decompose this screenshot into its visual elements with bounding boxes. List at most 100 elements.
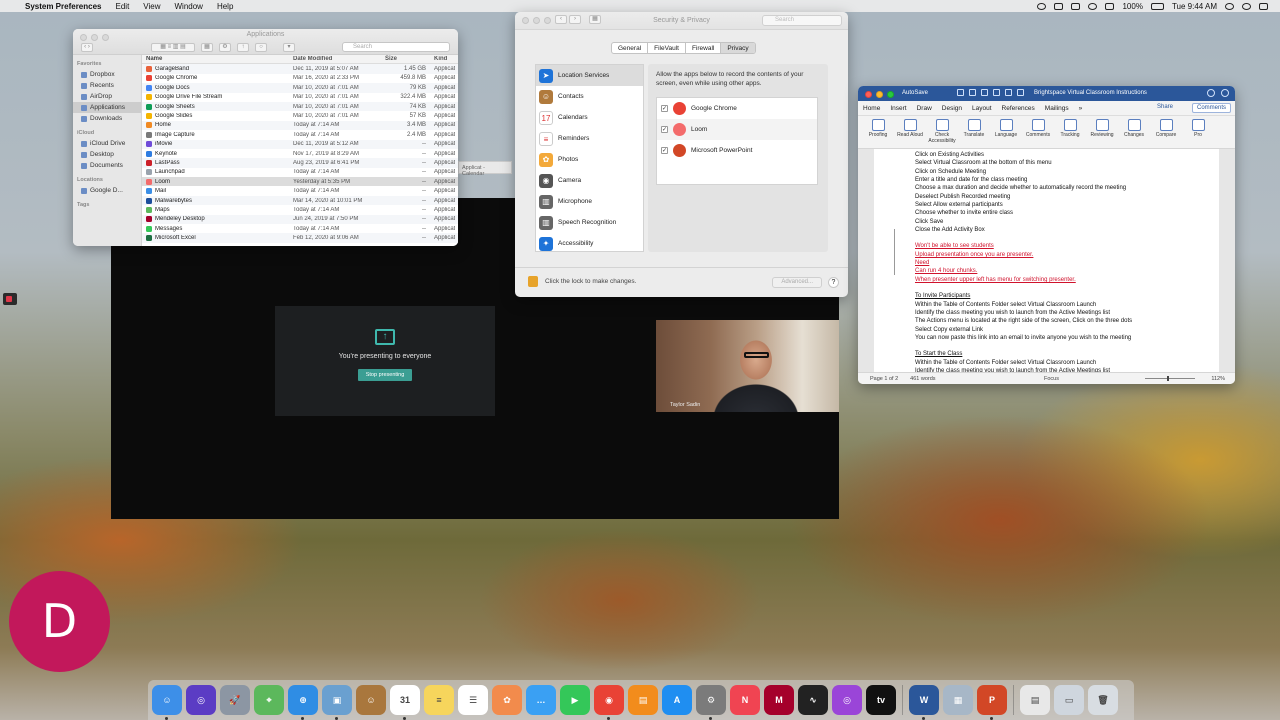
file-row[interactable]: Microsoft Excel Feb 12, 2020 at 9:06 AM --… xyxy=(142,233,458,243)
sidebar-item-documents[interactable]: Documents xyxy=(73,160,141,171)
print-icon[interactable] xyxy=(1005,89,1012,96)
airplay-icon[interactable] xyxy=(1105,2,1115,10)
wifi-icon[interactable] xyxy=(1088,2,1098,10)
tab-filevault[interactable]: FileVault xyxy=(648,43,686,53)
dock-powerpoint-icon[interactable]: P xyxy=(977,685,1007,720)
dock-photos-icon[interactable]: ✿ xyxy=(492,685,522,715)
ribbon-button[interactable]: Changes xyxy=(1118,119,1150,139)
finder-search-input[interactable]: Search xyxy=(342,42,450,52)
sidebar-item-downloads[interactable]: Downloads xyxy=(73,113,141,124)
dock-news-icon[interactable]: N xyxy=(730,685,760,715)
dock-maps-icon[interactable]: ⌖ xyxy=(254,685,284,715)
tab-home[interactable]: Home xyxy=(863,105,880,112)
dock-messages-bubble-icon[interactable]: … xyxy=(526,685,556,715)
tab-references[interactable]: References xyxy=(1002,105,1035,112)
dock-facetime-icon[interactable]: ▶ xyxy=(560,685,590,715)
dock-preview-icon[interactable]: ▣ xyxy=(322,685,352,720)
dock-reminders-icon[interactable]: ☰ xyxy=(458,685,488,715)
ribbon-button[interactable]: Comments xyxy=(1022,119,1054,139)
file-row[interactable]: Mendeley Desktop Jun 24, 2019 at 7:50 PM -… xyxy=(142,214,458,225)
file-row[interactable]: iMovie Dec 11, 2019 at 5:12 AM -- Applicati xyxy=(142,139,458,149)
menu-extra-icon[interactable] xyxy=(1071,2,1081,10)
file-row[interactable]: Keynote Nov 17, 2019 at 8:29 AM -- Applicat… xyxy=(142,149,458,158)
file-row[interactable]: Google Drive File Stream Mar 10, 2020 at … xyxy=(142,93,458,102)
stop-presenting-button[interactable]: Stop presenting xyxy=(357,369,413,381)
privacy-category-item[interactable]: ➤ Location Services xyxy=(536,65,643,86)
smiley-icon[interactable] xyxy=(1221,89,1229,97)
ribbon-button[interactable]: Reviewing xyxy=(1086,119,1118,139)
avatar[interactable]: D xyxy=(9,571,110,672)
menu-help[interactable]: Help xyxy=(210,2,240,11)
ribbon-button[interactable]: Tracking xyxy=(1054,119,1086,139)
autosave-toggle[interactable]: AutoSave xyxy=(902,90,928,96)
save-icon[interactable] xyxy=(969,89,976,96)
privacy-category-item[interactable]: ✿ Photos xyxy=(536,149,643,170)
group-button[interactable]: ▦ xyxy=(201,42,213,52)
sidebar-item-airdrop[interactable]: AirDrop xyxy=(73,91,141,102)
lock-icon[interactable] xyxy=(528,276,538,287)
back-forward-button[interactable]: ‹ › xyxy=(81,42,93,52)
ribbon-button[interactable]: Check Accessibility xyxy=(926,119,958,144)
privacy-category-item[interactable]: ▥ Speech Recognition xyxy=(536,212,643,233)
privacy-category-item[interactable]: ◉ Camera xyxy=(536,170,643,191)
share-button[interactable]: ↑ xyxy=(237,42,249,52)
dock-siri-icon[interactable]: ◎ xyxy=(186,685,216,715)
privacy-category-item[interactable]: 17 Calendars xyxy=(536,107,643,128)
privacy-category-item[interactable]: ✦ Accessibility xyxy=(536,233,643,254)
spotlight-icon[interactable] xyxy=(1225,2,1234,10)
file-row[interactable]: Loom Yesterday at 5:35 PM -- Applicati xyxy=(142,177,458,187)
column-name[interactable]: Name xyxy=(142,56,293,62)
file-row[interactable]: GarageBand Dec 11, 2019 at 5:07 AM 1.45 GB… xyxy=(142,64,458,74)
action-button[interactable]: ⚙ xyxy=(219,42,231,52)
sidebar-item-dropbox[interactable]: Dropbox xyxy=(73,69,141,80)
privacy-category-item[interactable]: ▥ Microphone xyxy=(536,191,643,212)
undo-icon[interactable] xyxy=(981,89,988,96)
dock-contacts-icon[interactable]: ☺ xyxy=(356,685,386,715)
tag-button[interactable]: ○ xyxy=(255,42,267,52)
dock-app-store-icon[interactable]: A xyxy=(662,685,692,715)
more-tabs-chevron-icon[interactable]: » xyxy=(1079,105,1083,112)
column-kind[interactable]: Kind xyxy=(430,56,455,62)
dock-image-utility-icon[interactable]: ▦ xyxy=(943,685,973,715)
minimize-button[interactable] xyxy=(876,91,883,98)
home-icon[interactable] xyxy=(957,89,964,96)
user-icon[interactable] xyxy=(1242,2,1251,10)
tab-firewall[interactable]: Firewall xyxy=(686,43,722,53)
dock-mendeley-icon[interactable]: M xyxy=(764,685,794,715)
dock-notes-icon[interactable]: ≡ xyxy=(424,685,454,715)
sidebar-item-desktop[interactable]: Desktop xyxy=(73,149,141,160)
redo-icon[interactable] xyxy=(993,89,1000,96)
tab-insert[interactable]: Insert xyxy=(890,105,906,112)
tab-layout[interactable]: Layout xyxy=(972,105,992,112)
dock-launchpad-icon[interactable]: 🚀 xyxy=(220,685,250,715)
calendar-tab[interactable]: Applicat - Calendar ✕ xyxy=(458,161,525,177)
dock-activity-monitor-icon[interactable]: ∿ xyxy=(798,685,828,715)
file-row[interactable]: Google Slides Mar 10, 2020 at 7:01 AM 57 K… xyxy=(142,111,458,120)
dock-safari-icon[interactable]: ⊕ xyxy=(288,685,318,720)
dock-finder-icon[interactable]: ☺ xyxy=(152,685,182,720)
file-row[interactable]: Google Chrome Mar 16, 2020 at 2:33 PM 459.… xyxy=(142,74,458,83)
comments-button[interactable]: Comments xyxy=(1191,103,1231,113)
dock-apple-tv-icon[interactable]: tv xyxy=(866,685,896,715)
sidebar-item-google-drive[interactable]: Google D... xyxy=(73,185,141,196)
file-row[interactable]: Image Capture Today at 7:14 AM 2.4 MB Appli… xyxy=(142,130,458,139)
secpriv-search-input[interactable]: Search xyxy=(762,15,842,26)
document-page[interactable]: Click on Existing Activities Select Virtu… xyxy=(874,149,1219,372)
advanced-button[interactable]: Advanced... xyxy=(772,277,822,288)
dock-downloads-stack-icon[interactable]: ▭ xyxy=(1054,685,1084,715)
file-row[interactable]: Home Today at 7:14 AM 3.4 MB Applicati xyxy=(142,120,458,131)
file-row[interactable]: Launchpad Today at 7:14 AM -- Applicati xyxy=(142,168,458,177)
ribbon-button[interactable]: Proofing xyxy=(862,119,894,139)
sidebar-item-icloud-drive[interactable]: iCloud Drive xyxy=(73,138,141,149)
column-size[interactable]: Size xyxy=(385,56,430,62)
view-mode-button[interactable]: ▦ ≡ ▥ ▤ xyxy=(151,42,195,52)
notification-center-icon[interactable] xyxy=(1259,2,1268,10)
menu-edit[interactable]: Edit xyxy=(109,2,137,11)
menu-window[interactable]: Window xyxy=(168,2,210,11)
tab-general[interactable]: General xyxy=(612,43,649,53)
page-count[interactable]: Page 1 of 2 xyxy=(870,376,898,382)
search-icon[interactable] xyxy=(1207,89,1215,97)
file-row[interactable]: Google Sheets Mar 10, 2020 at 7:01 AM 74 K… xyxy=(142,101,458,112)
dropbox-icon[interactable] xyxy=(1054,2,1064,10)
file-row[interactable]: Malwarebytes Mar 14, 2020 at 10:01 PM -- Ap… xyxy=(142,195,458,206)
